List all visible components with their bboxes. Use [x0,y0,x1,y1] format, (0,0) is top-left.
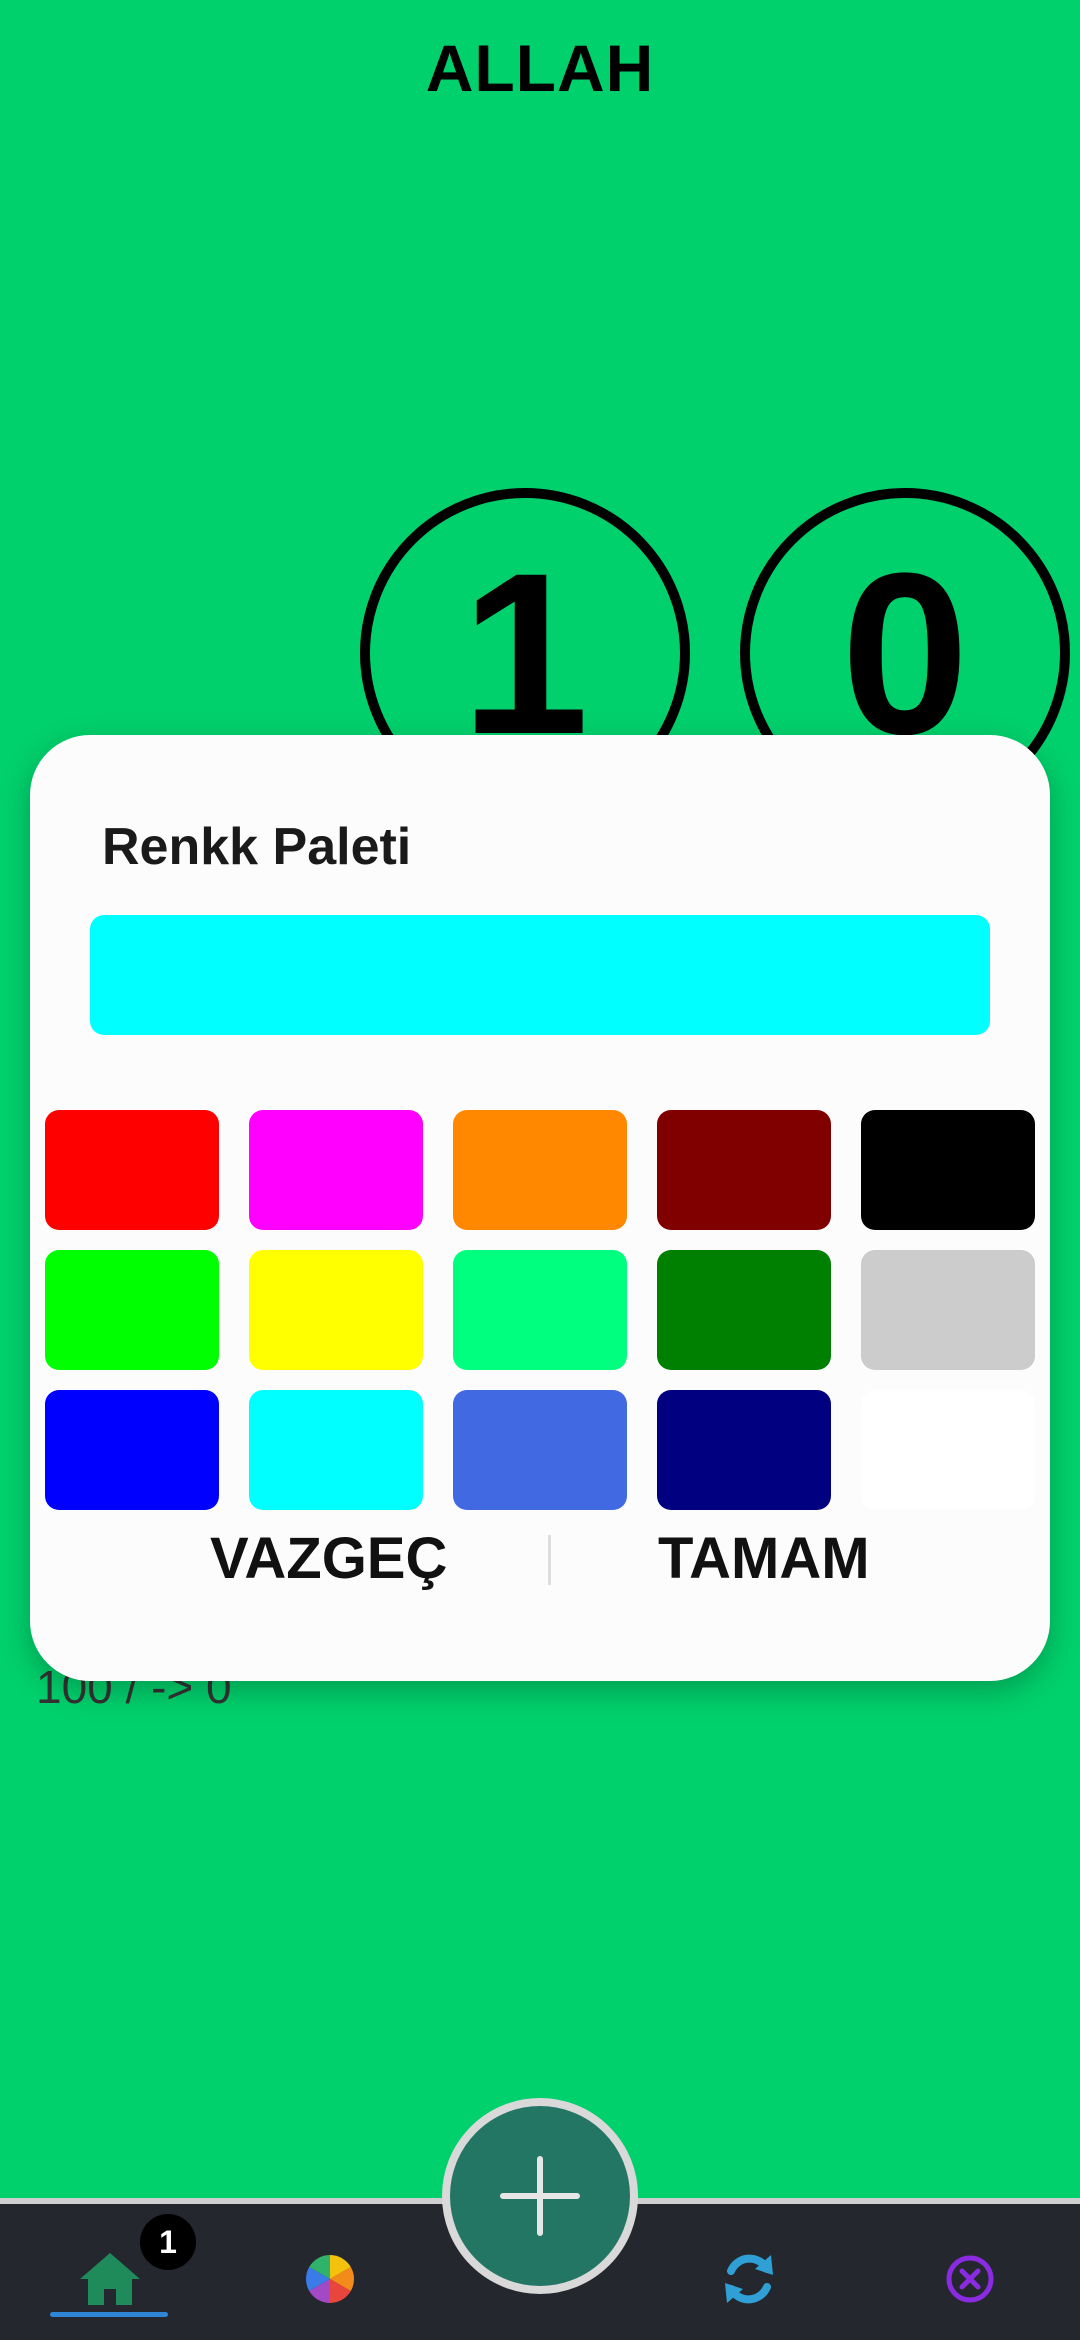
dialog-title: Renkk Paleti [102,818,412,876]
home-active-indicator [50,2312,168,2317]
color-swatch[interactable] [657,1110,831,1230]
cancel-button[interactable]: VAZGEÇ [210,1525,447,1592]
nav-home[interactable] [75,2244,145,2314]
home-icon [80,2253,140,2305]
nav-refresh[interactable] [714,2244,784,2314]
dialog-actions: VAZGEÇ TAMAM [30,1525,1050,1605]
add-button[interactable] [442,2098,638,2294]
nav-close[interactable] [935,2244,1005,2314]
color-swatch[interactable] [249,1250,423,1370]
color-swatch[interactable] [453,1390,627,1510]
color-swatch[interactable] [657,1250,831,1370]
add-icon [500,2156,580,2236]
ok-button[interactable]: TAMAM [658,1525,870,1592]
color-swatch[interactable] [45,1110,219,1230]
color-swatch[interactable] [249,1390,423,1510]
notification-badge: 1 [140,2214,196,2270]
color-swatch[interactable] [453,1250,627,1370]
nav-color-palette[interactable] [295,2244,365,2314]
close-circle-icon [946,2255,994,2303]
color-swatch[interactable] [657,1390,831,1510]
app-title: ALLAH [425,31,655,105]
color-palette-dialog: Renkk Paleti VAZGEÇ TAMAM [30,735,1050,1681]
color-swatch[interactable] [861,1390,1035,1510]
color-swatch[interactable] [861,1250,1035,1370]
color-swatch[interactable] [861,1110,1035,1230]
selected-color-preview [90,915,990,1035]
color-swatch-grid [45,1110,1035,1510]
action-divider [548,1535,551,1585]
color-wheel-icon [305,2255,355,2303]
color-swatch[interactable] [453,1110,627,1230]
color-swatch[interactable] [45,1390,219,1510]
color-swatch[interactable] [45,1250,219,1370]
color-swatch[interactable] [249,1110,423,1230]
refresh-icon [725,2254,773,2304]
